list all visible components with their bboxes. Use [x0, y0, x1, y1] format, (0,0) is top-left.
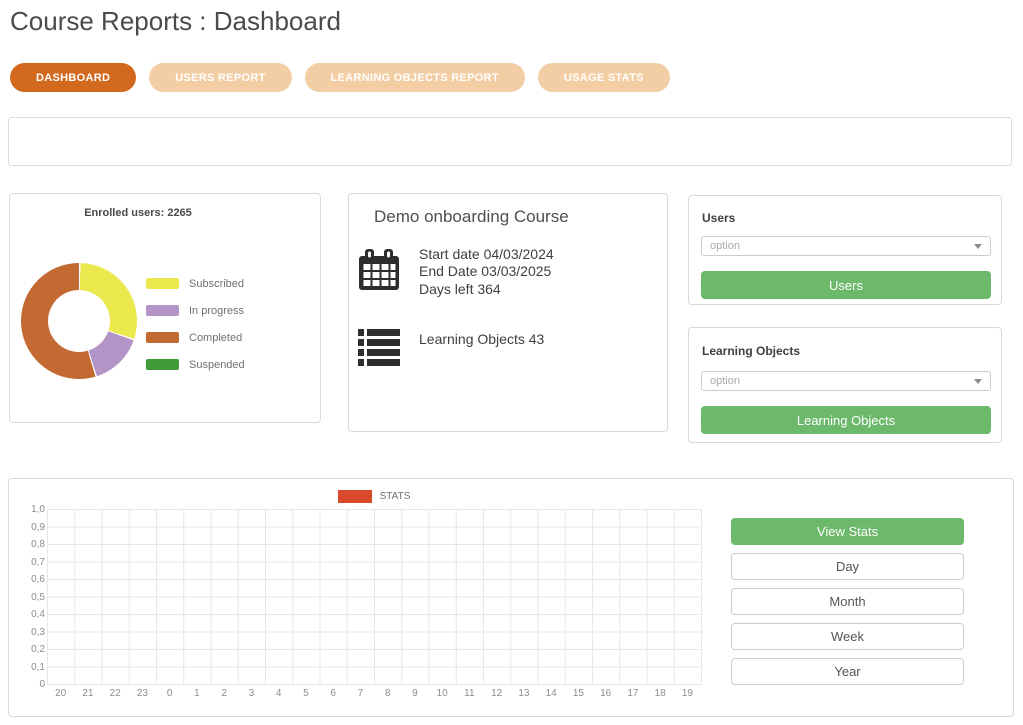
list-icon — [358, 328, 400, 373]
y-axis-tick: 0,2 — [31, 644, 45, 655]
chevron-down-icon — [974, 379, 982, 384]
y-axis-tick: 0 — [39, 679, 45, 690]
week-button[interactable]: Week — [731, 623, 964, 650]
x-axis-tick: 2 — [211, 688, 238, 699]
users-select-placeholder: option — [710, 240, 740, 252]
enrollment-legend: Subscribed In progress Completed Suspended — [146, 278, 245, 386]
x-axis-tick: 0 — [156, 688, 183, 699]
course-end-date: End Date 03/03/2025 — [419, 263, 554, 280]
stats-panel: STATS 1,00,90,80,70,60,50,40,30,20,10 20… — [8, 478, 1014, 717]
users-panel: Users option Users — [688, 195, 1002, 305]
x-axis-tick: 5 — [292, 688, 319, 699]
y-axis-tick: 0,7 — [31, 557, 45, 568]
course-learning-objects-count: Learning Objects 43 — [419, 331, 544, 347]
tab-bar: DASHBOARD USERS REPORT LEARNING OBJECTS … — [10, 63, 670, 92]
legend-item: Completed — [146, 332, 245, 343]
tab-learning-objects-report[interactable]: LEARNING OBJECTS REPORT — [305, 63, 525, 92]
legend-swatch — [146, 305, 179, 316]
users-select[interactable]: option — [701, 236, 991, 256]
calendar-icon — [358, 249, 400, 296]
stats-x-axis: 20212223012345678910111213141516171819 — [47, 688, 701, 699]
legend-item: Suspended — [146, 359, 245, 370]
stats-y-axis: 1,0 0,9 0,8 0,7 0,6 0,5 0,4 0,3 0,2 0,1 0 — [9, 479, 45, 718]
legend-item: In progress — [146, 305, 245, 316]
course-title: Demo onboarding Course — [374, 207, 569, 227]
course-start-date: Start date 04/03/2024 — [419, 246, 554, 263]
enrollment-panel: Enrolled users: 2265 Subscribed In progre… — [9, 193, 321, 423]
stats-legend: STATS — [47, 490, 701, 503]
x-axis-tick: 9 — [401, 688, 428, 699]
legend-label: In progress — [189, 305, 244, 317]
y-axis-tick: 0,3 — [31, 627, 45, 638]
legend-swatch — [146, 332, 179, 343]
legend-label: Completed — [189, 332, 242, 344]
y-axis-tick: 1,0 — [31, 504, 45, 515]
x-axis-tick: 11 — [456, 688, 483, 699]
x-axis-tick: 15 — [565, 688, 592, 699]
legend-swatch — [146, 359, 179, 370]
x-axis-tick: 8 — [374, 688, 401, 699]
enrollment-donut-chart — [21, 263, 137, 379]
stats-legend-swatch — [338, 490, 372, 503]
stats-buttons: View Stats Day Month Week Year — [731, 518, 964, 693]
x-axis-tick: 10 — [429, 688, 456, 699]
legend-swatch — [146, 278, 179, 289]
course-dates: Start date 04/03/2024 End Date 03/03/202… — [419, 246, 554, 298]
users-panel-label: Users — [702, 211, 735, 225]
x-axis-tick: 20 — [47, 688, 74, 699]
x-axis-tick: 21 — [74, 688, 101, 699]
learning-objects-select-placeholder: option — [710, 375, 740, 387]
x-axis-tick: 14 — [538, 688, 565, 699]
empty-notice-bar — [8, 117, 1012, 166]
x-axis-tick: 6 — [320, 688, 347, 699]
course-info-panel: Demo onboarding Course Start date 04/03/… — [348, 193, 668, 432]
chevron-down-icon — [974, 244, 982, 249]
y-axis-tick: 0,5 — [31, 592, 45, 603]
tab-usage-stats[interactable]: USAGE STATS — [538, 63, 670, 92]
learning-objects-panel-label: Learning Objects — [702, 344, 800, 358]
users-button[interactable]: Users — [701, 271, 991, 299]
enrollment-chart-title: Enrolled users: 2265 — [18, 207, 258, 219]
x-axis-tick: 23 — [129, 688, 156, 699]
y-axis-tick: 0,1 — [31, 662, 45, 673]
view-stats-button[interactable]: View Stats — [731, 518, 964, 545]
x-axis-tick: 1 — [183, 688, 210, 699]
day-button[interactable]: Day — [731, 553, 964, 580]
month-button[interactable]: Month — [731, 588, 964, 615]
y-axis-tick: 0,6 — [31, 574, 45, 585]
stats-plot-area — [47, 509, 702, 685]
x-axis-tick: 18 — [647, 688, 674, 699]
x-axis-tick: 22 — [102, 688, 129, 699]
legend-label: Suspended — [189, 359, 245, 371]
legend-label: Subscribed — [189, 278, 244, 290]
tab-dashboard[interactable]: DASHBOARD — [10, 63, 136, 92]
learning-objects-select[interactable]: option — [701, 371, 991, 391]
x-axis-tick: 7 — [347, 688, 374, 699]
course-days-left: Days left 364 — [419, 281, 554, 298]
x-axis-tick: 12 — [483, 688, 510, 699]
learning-objects-button[interactable]: Learning Objects — [701, 406, 991, 434]
tab-users-report[interactable]: USERS REPORT — [149, 63, 291, 92]
y-axis-tick: 0,8 — [31, 539, 45, 550]
x-axis-tick: 13 — [510, 688, 537, 699]
x-axis-tick: 16 — [592, 688, 619, 699]
y-axis-tick: 0,9 — [31, 522, 45, 533]
year-button[interactable]: Year — [731, 658, 964, 685]
x-axis-tick: 19 — [674, 688, 701, 699]
page-title: Course Reports : Dashboard — [10, 6, 341, 37]
x-axis-tick: 4 — [265, 688, 292, 699]
y-axis-tick: 0,4 — [31, 609, 45, 620]
stats-legend-label: STATS — [380, 491, 411, 502]
learning-objects-panel: Learning Objects option Learning Objects — [688, 327, 1002, 443]
legend-item: Subscribed — [146, 278, 245, 289]
x-axis-tick: 17 — [619, 688, 646, 699]
x-axis-tick: 3 — [238, 688, 265, 699]
